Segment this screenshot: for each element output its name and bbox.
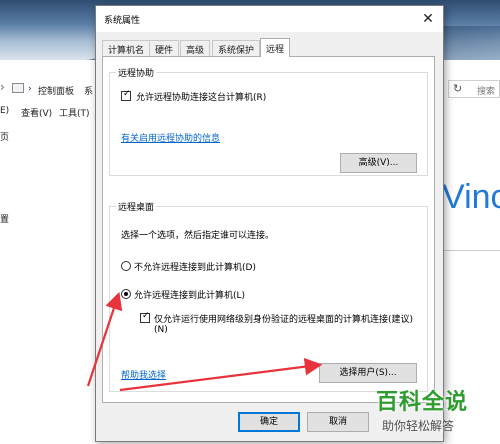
search-placeholder: 搜索 — [477, 87, 496, 97]
allow-remote-assistance-label[interactable]: 允许远程协助连接这台计算机(R) — [136, 90, 266, 103]
checkmark-icon: ✓ — [123, 89, 131, 99]
remote-assistance-info-link[interactable]: 有关启用远程协助的信息 — [121, 131, 220, 144]
menu-tools[interactable]: 工具(T) — [59, 106, 90, 119]
allow-remote-label[interactable]: 允许远程连接到此计算机(L) — [134, 288, 245, 301]
watermark-sub-text: 助你轻松解答 — [382, 419, 455, 433]
remote-assistance-title: 远程协助 — [116, 66, 157, 79]
tab-bar: 计算机名 硬件 高级 系统保护 远程 — [102, 38, 432, 57]
menu-view[interactable]: 查看(V) — [21, 106, 52, 119]
allow-remote-assistance-checkbox[interactable]: ✓ — [121, 89, 131, 101]
tab-advanced[interactable]: 高级 — [180, 40, 211, 56]
tab-computer-name[interactable]: 计算机名 — [102, 40, 151, 56]
remote-desktop-title: 远程桌面 — [116, 200, 157, 213]
help-me-choose-link[interactable]: 帮助我选择 — [121, 368, 166, 381]
tab-system-protection[interactable]: 系统保护 — [212, 40, 261, 56]
remote-desktop-group: 远程桌面 选择一个选项，然后指定谁可以连接。 不允许远程连接到此计算机(D) 允… — [109, 200, 428, 392]
watermark-logo: 百科全说 助你轻松解答 — [366, 384, 498, 442]
nla-only-checkbox[interactable]: ✓ — [140, 311, 150, 323]
tab-hardware[interactable]: 硬件 — [149, 40, 180, 56]
radio-selected-dot — [124, 292, 128, 296]
remote-desktop-instruction: 选择一个选项，然后指定谁可以连接。 — [121, 231, 275, 241]
checkmark-icon: ✓ — [142, 311, 150, 321]
control-panel-icon — [12, 83, 24, 93]
breadcrumb-next[interactable]: 系 — [84, 84, 93, 97]
ok-button[interactable]: 确定 — [238, 412, 300, 432]
divider — [440, 250, 500, 251]
nla-only-label-line2[interactable]: (N) — [154, 325, 168, 335]
advanced-button[interactable]: 高级(V)... — [340, 153, 417, 173]
windows-brand-text: Vinc — [442, 178, 500, 216]
close-button[interactable]: ✕ — [413, 6, 443, 32]
remote-assistance-group: 远程协助 ✓ 允许远程协助连接这台计算机(R) 有关启用远程协助的信息 高级(V… — [109, 66, 428, 176]
menu-edit[interactable]: E) — [0, 106, 9, 116]
allow-remote-radio[interactable] — [121, 289, 131, 299]
system-properties-dialog: 系统属性 ✕ 计算机名 硬件 高级 系统保护 远程 远程协助 ✓ 允许远程协助连… — [95, 5, 444, 442]
nla-only-label-line1[interactable]: 仅允许运行使用网络级别身份验证的远程桌面的计算机连接(建议) — [154, 312, 413, 325]
select-users-button[interactable]: 选择用户(S)... — [319, 363, 417, 383]
deny-remote-radio[interactable] — [121, 261, 131, 271]
nav-separator: › — [28, 84, 32, 94]
search-box[interactable]: ↻ 搜索 — [448, 80, 500, 98]
sidebar-item-settings[interactable]: 置 — [0, 212, 9, 225]
refresh-icon[interactable]: ↻ — [453, 82, 462, 95]
back-arrow-icon[interactable]: › — [0, 80, 5, 94]
dialog-title: 系统属性 — [104, 16, 141, 26]
dialog-titlebar[interactable]: 系统属性 ✕ — [96, 6, 443, 32]
cancel-button[interactable]: 取消 — [307, 412, 369, 432]
deny-remote-label[interactable]: 不允许远程连接到此计算机(D) — [134, 260, 256, 273]
tab-remote[interactable]: 远程 — [260, 38, 291, 57]
sidebar-item-home[interactable]: 页 — [0, 130, 9, 143]
remote-tab-panel: 远程协助 ✓ 允许远程协助连接这台计算机(R) 有关启用远程协助的信息 高级(V… — [102, 56, 435, 403]
watermark-main-text: 百科全说 — [376, 390, 469, 415]
breadcrumb-control-panel[interactable]: 控制面板 — [38, 84, 74, 97]
